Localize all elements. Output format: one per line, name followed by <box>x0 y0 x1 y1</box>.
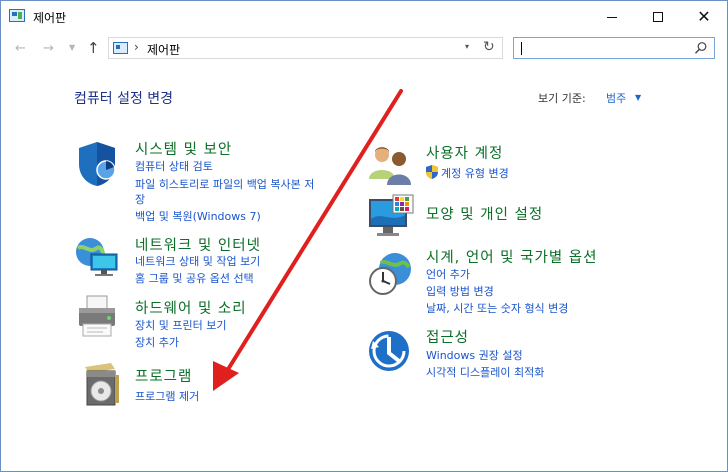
title-bar[interactable]: 제어판 ✕ <box>1 1 727 32</box>
up-button[interactable]: ↑ <box>87 39 100 57</box>
breadcrumb-separator-icon[interactable]: › <box>134 40 139 54</box>
breadcrumb-control-panel[interactable]: 제어판 <box>147 41 180 58</box>
back-button[interactable]: ← <box>15 41 26 56</box>
minimize-icon <box>607 17 617 18</box>
link-backup-restore[interactable]: 백업 및 복원(Windows 7) <box>135 208 261 224</box>
search-input[interactable] <box>513 37 715 59</box>
link-recommended-settings[interactable]: Windows 권장 설정 <box>426 347 523 363</box>
link-change-date-format[interactable]: 날짜, 시간 또는 숫자 형식 변경 <box>426 300 568 316</box>
view-by-dropdown[interactable]: 범주 <box>606 90 626 106</box>
link-change-input-method[interactable]: 입력 방법 변경 <box>426 283 494 299</box>
link-file-history[interactable]: 파일 히스토리로 파일의 백업 복사본 저 <box>135 176 314 192</box>
printer-icon[interactable] <box>73 294 121 342</box>
window-title: 제어판 <box>33 11 67 25</box>
category-title[interactable]: 시계, 언어 및 국가별 옵션 <box>426 246 597 267</box>
monitor-icon[interactable] <box>367 193 415 241</box>
link-uninstall-program[interactable]: 프로그램 제거 <box>135 388 199 404</box>
maximize-icon <box>653 11 663 22</box>
navigation-bar: ← → ▼ ↑ › 제어판 ▾ ↻ <box>1 32 727 64</box>
link-change-account-type[interactable]: 계정 유형 변경 <box>441 165 509 181</box>
chevron-down-icon[interactable]: ▼ <box>635 93 641 102</box>
category-title[interactable]: 시스템 및 보안 <box>135 138 232 159</box>
link-optimize-display[interactable]: 시각적 디스플레이 최적화 <box>426 364 544 380</box>
program-disc-icon[interactable] <box>77 361 125 409</box>
category-title[interactable]: 하드웨어 및 소리 <box>135 297 247 318</box>
clock-globe-icon[interactable] <box>367 249 415 297</box>
address-dropdown-icon[interactable]: ▾ <box>465 42 469 51</box>
category-title[interactable]: 모양 및 개인 설정 <box>426 203 543 224</box>
minimize-button[interactable] <box>589 1 635 32</box>
control-panel-icon <box>9 9 25 22</box>
control-panel-window: 제어판 ✕ ← → ▼ ↑ › 제어판 ▾ ↻ 컴퓨터 설정 변경 보기 기준:… <box>0 0 728 472</box>
forward-button[interactable]: → <box>43 41 54 56</box>
control-panel-icon <box>113 42 128 54</box>
link-network-status[interactable]: 네트워크 상태 및 작업 보기 <box>135 253 260 269</box>
search-icon[interactable] <box>694 41 708 55</box>
maximize-button[interactable] <box>635 1 681 32</box>
accessibility-icon[interactable] <box>367 327 415 375</box>
link-devices-printers[interactable]: 장치 및 프린터 보기 <box>135 317 226 333</box>
link-add-language[interactable]: 언어 추가 <box>426 266 470 282</box>
category-title[interactable]: 접근성 <box>426 326 469 347</box>
network-globe-icon[interactable] <box>73 232 121 280</box>
category-title[interactable]: 프로그램 <box>135 365 192 386</box>
refresh-icon[interactable]: ↻ <box>483 39 495 55</box>
uac-shield-icon <box>426 165 438 179</box>
category-title[interactable]: 사용자 계정 <box>426 142 503 163</box>
link-add-device[interactable]: 장치 추가 <box>135 334 179 350</box>
users-icon[interactable] <box>367 141 415 189</box>
close-button[interactable]: ✕ <box>681 1 727 32</box>
category-title[interactable]: 네트워크 및 인터넷 <box>135 234 261 255</box>
shield-icon[interactable] <box>75 140 123 188</box>
text-caret <box>521 42 522 55</box>
view-by-label: 보기 기준: <box>538 92 586 105</box>
address-bar[interactable]: › 제어판 ▾ ↻ <box>108 37 503 59</box>
link-review-status[interactable]: 컴퓨터 상태 검토 <box>135 158 213 174</box>
close-icon: ✕ <box>697 6 711 26</box>
link-file-history-wrap[interactable]: 장 <box>135 191 145 207</box>
page-title: 컴퓨터 설정 변경 <box>74 91 174 107</box>
recent-locations-button[interactable]: ▼ <box>69 43 75 52</box>
link-homegroup[interactable]: 홈 그룹 및 공유 옵션 선택 <box>135 270 254 286</box>
